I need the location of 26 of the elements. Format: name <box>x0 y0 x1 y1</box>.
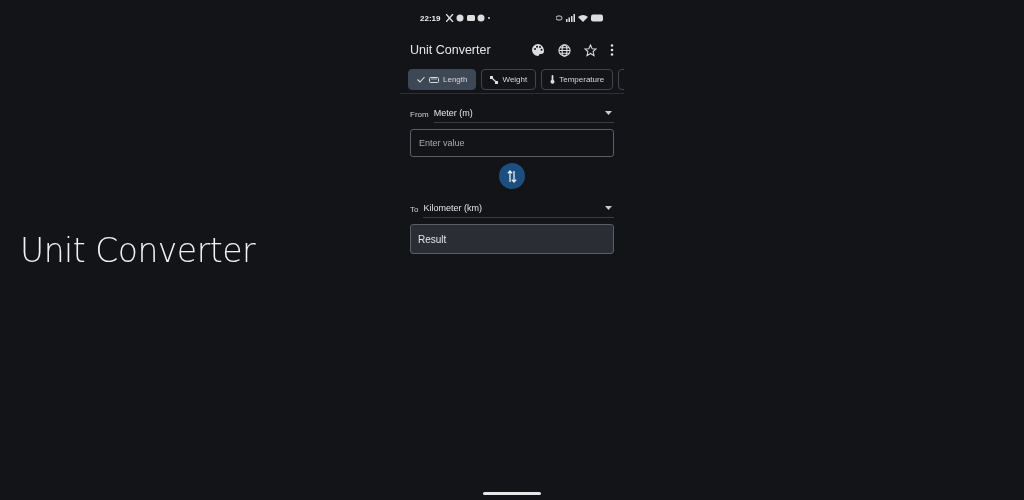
palette-icon[interactable] <box>531 43 545 57</box>
value-input[interactable]: Enter value <box>410 129 614 157</box>
ruler-icon <box>429 76 439 83</box>
thermometer-icon <box>550 75 556 84</box>
notification-icons <box>446 14 491 22</box>
to-unit-dropdown[interactable]: Kilometer (km) <box>423 201 614 218</box>
globe-icon[interactable] <box>558 43 571 57</box>
promo-title: Unit Converter <box>20 230 256 270</box>
system-status-icons <box>556 14 604 22</box>
status-time: 22:19 <box>420 13 441 23</box>
check-icon <box>417 76 425 83</box>
dumbbell-icon <box>490 75 499 84</box>
category-chip[interactable]: Weight <box>481 69 537 90</box>
from-label: From <box>410 110 429 119</box>
more-menu-icon[interactable] <box>610 44 614 56</box>
category-chip[interactable]: Length <box>408 69 477 90</box>
result-field: Result <box>410 224 614 254</box>
to-label: To <box>410 205 419 214</box>
star-icon[interactable] <box>584 43 597 57</box>
from-unit-dropdown[interactable]: Meter (m) <box>433 106 614 123</box>
swap-button[interactable] <box>499 163 525 189</box>
app-title: Unit Converter <box>410 43 491 57</box>
dropdown-arrow-icon <box>605 111 612 115</box>
swap-arrows-icon <box>507 169 517 183</box>
dropdown-arrow-icon <box>605 206 612 210</box>
category-chip[interactable]: Temperature <box>541 69 614 90</box>
